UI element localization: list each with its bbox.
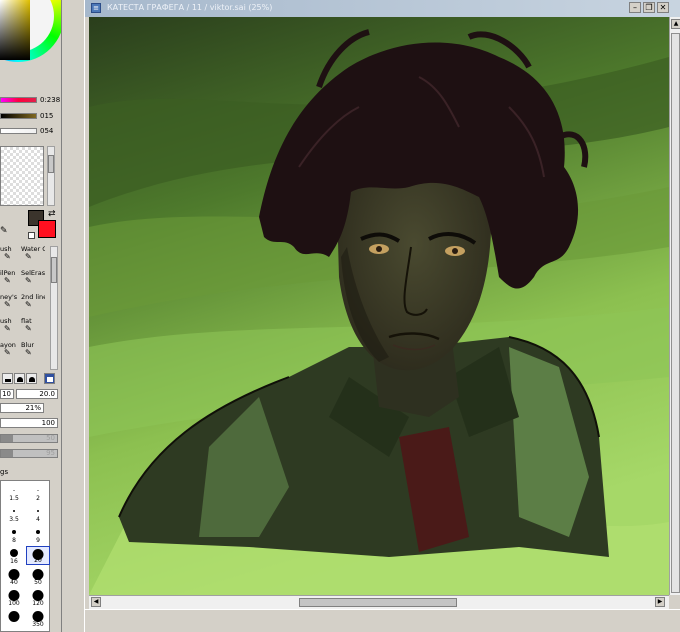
brush-size-dot — [8, 589, 20, 601]
min-density-value: 95 — [46, 449, 55, 457]
brush-size-dot — [10, 549, 18, 557]
brush-size-preset[interactable]: 4 — [26, 504, 50, 523]
brush-size-label: 40 — [10, 579, 18, 586]
brush-size-label: 120 — [32, 600, 44, 607]
brush-size-dot — [13, 489, 15, 491]
min-size-value: 50 — [46, 434, 55, 442]
brush-size-dot — [36, 530, 40, 534]
status-bar — [85, 609, 680, 632]
opacity-field[interactable]: 21% — [0, 403, 44, 413]
color-picker-square[interactable] — [0, 0, 30, 60]
brush-size-field[interactable]: 20.0 — [16, 389, 58, 399]
canvas-hscroll-thumb[interactable] — [299, 598, 457, 607]
brush-size-dot — [8, 610, 20, 622]
swap-colors-icon[interactable]: ⇄ — [48, 209, 56, 219]
brush-size-label: 4 — [36, 516, 40, 523]
background-color[interactable] — [38, 220, 56, 238]
brush-size-preset[interactable]: 100 — [2, 588, 26, 607]
brush-size-grid: 1.5 2 3.5 4 8 9 16 20 40 50 100 120 350 — [0, 480, 50, 632]
brush-size-label: 100 — [8, 600, 20, 607]
canvas-vertical-scrollbar[interactable]: ▲ — [669, 17, 680, 595]
scroll-left-icon[interactable]: ◀ — [91, 597, 101, 607]
brush-size-preset[interactable]: 40 — [2, 567, 26, 586]
brush-size-label: 3.5 — [9, 516, 19, 523]
brush-size-dot — [32, 589, 44, 601]
drawing-canvas[interactable] — [89, 17, 669, 595]
settings-label: gs — [0, 468, 9, 476]
brush-size-preset[interactable]: 8 — [2, 525, 26, 544]
value-slider[interactable]: 054 — [0, 127, 61, 135]
brush-shape-1[interactable] — [2, 373, 13, 384]
brush-tool[interactable]: Water Color✎ — [21, 246, 45, 268]
brush-size-preset[interactable] — [2, 609, 26, 628]
minimize-button[interactable]: – — [629, 2, 641, 13]
brush-tool[interactable]: Blur ✎ — [21, 342, 45, 364]
brush-shape-row — [0, 373, 60, 385]
brush-size-preset[interactable]: 16 — [2, 546, 26, 565]
scroll-right-icon[interactable]: ▶ — [655, 597, 665, 607]
density-field[interactable]: 100 — [0, 418, 58, 428]
brush-size-dot — [37, 489, 39, 491]
brush-size-preset[interactable]: 9 — [26, 525, 50, 544]
saturation-value: 015 — [40, 112, 54, 120]
value-value: 054 — [40, 127, 54, 135]
brush-size-dot — [8, 568, 20, 580]
size-multiplier-field[interactable]: 10 — [0, 389, 14, 399]
hue-slider[interactable]: 0:238 — [0, 96, 61, 104]
brush-size-label: 8 — [12, 537, 16, 544]
brush-size-dot — [32, 610, 44, 622]
pen-icon: ✎ — [25, 324, 32, 333]
min-density-bar[interactable]: 95 — [0, 449, 58, 458]
brush-shape-3[interactable] — [26, 373, 37, 384]
brush-tool[interactable]: SelEras ✎ — [21, 270, 45, 292]
brush-shape-2[interactable] — [14, 373, 25, 384]
tool-panel: 0:238 015 054 ✎ ⇄ ush✎Water Color✎ilPen✎… — [0, 0, 62, 632]
canvas-horizontal-scrollbar[interactable]: ◀ ▶ — [89, 595, 669, 609]
brush-tool[interactable]: 2nd lines✎ — [21, 294, 45, 316]
scroll-up-icon[interactable]: ▲ — [671, 19, 680, 29]
pen-icon: ✎ — [25, 348, 32, 357]
brush-size-label: 1.5 — [9, 495, 19, 502]
canvas-title: КАТЕСТА ГРАФЕГА / 11 / viktor.sai (25%) — [107, 3, 273, 12]
canvas-window: ≡ КАТЕСТА ГРАФЕГА / 11 / viktor.sai (25%… — [84, 0, 680, 632]
brush-size-preset[interactable]: 120 — [26, 588, 50, 607]
brush-size-preset[interactable]: 20 — [26, 546, 50, 565]
brush-size-dot — [12, 530, 16, 534]
brush-size-label: 9 — [36, 537, 40, 544]
restore-button[interactable]: ❐ — [643, 2, 655, 13]
saturation-slider[interactable]: 015 — [0, 112, 61, 120]
swatch-palette[interactable] — [0, 146, 44, 206]
brush-size-preset[interactable]: 1.5 — [2, 483, 26, 502]
brush-size-label: 16 — [10, 558, 18, 565]
brush-size-dot — [13, 510, 15, 512]
document-icon: ≡ — [91, 3, 101, 13]
artwork-illustration — [89, 17, 669, 595]
hue-value: 0:238 — [40, 96, 61, 104]
pen-icon: ✎ — [25, 276, 32, 285]
transparent-color-icon[interactable] — [28, 232, 35, 239]
brush-size-label: 2 — [36, 495, 40, 502]
brush-size-label: 20 — [34, 557, 42, 564]
brush-size-dot — [37, 510, 39, 512]
brush-scrollbar[interactable] — [50, 246, 58, 370]
brush-size-label: 50 — [34, 579, 42, 586]
eyedropper-icon[interactable]: ✎ — [0, 226, 8, 236]
sai-workspace: 0:238 015 054 ✎ ⇄ ush✎Water Color✎ilPen✎… — [0, 0, 680, 632]
brush-size-preset[interactable]: 50 — [26, 567, 50, 586]
brush-shape-4[interactable] — [44, 373, 55, 384]
swatch-scrollbar[interactable] — [47, 146, 55, 206]
brush-tool[interactable]: flat ✎ — [21, 318, 45, 340]
canvas-vscroll-thumb[interactable] — [671, 33, 680, 593]
pen-icon: ✎ — [25, 252, 32, 261]
pen-icon: ✎ — [25, 300, 32, 309]
brush-size-preset[interactable]: 2 — [26, 483, 50, 502]
brush-size-label: 350 — [32, 621, 44, 628]
brush-size-preset[interactable]: 350 — [26, 609, 50, 628]
brush-size-dot — [32, 568, 44, 580]
min-size-bar[interactable]: 50 — [0, 434, 58, 443]
close-button[interactable]: ✕ — [657, 2, 669, 13]
canvas-titlebar[interactable]: ≡ КАТЕСТА ГРАФЕГА / 11 / viktor.sai (25%… — [85, 0, 680, 17]
brush-size-preset[interactable]: 3.5 — [2, 504, 26, 523]
